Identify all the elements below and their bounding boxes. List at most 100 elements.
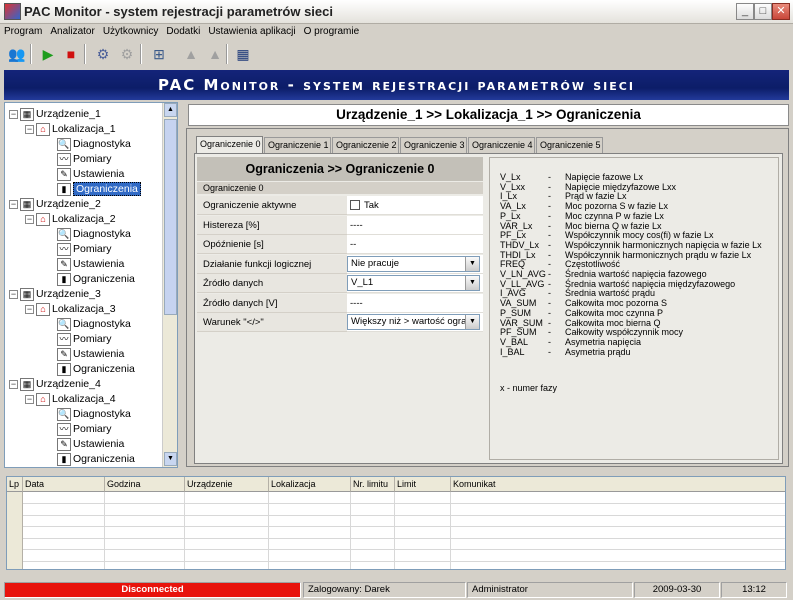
log-column-header[interactable]: Lokalizacja [269,477,351,492]
tree-icon[interactable]: ⊞ [148,43,170,65]
tree-item-diagnostyka[interactable]: 🔍 Diagnostyka [55,227,131,242]
tree-item-pomiary[interactable]: 〰 Pomiary [55,242,112,257]
tree-device[interactable]: − ▦ Urządzenie_4 [9,377,101,392]
export-icon[interactable]: ▲ [180,43,202,65]
tree-item-diagnostyka[interactable]: 🔍 Diagnostyka [55,137,131,152]
tree-scrollbar[interactable]: ▲ ▼ [162,103,177,467]
chevron-down-icon[interactable]: ▼ [465,276,479,290]
status-date: 2009-03-30 [634,582,720,598]
tree-location[interactable]: − ⌂ Lokalizacja_2 [25,212,116,227]
tree-device[interactable]: − ▦ Urządzenie_3 [9,287,101,302]
log-column-header[interactable]: Komunikat [451,477,785,492]
form-text-field[interactable]: ---- [347,215,483,235]
tree-item-ustawienia[interactable]: ✎ Ustawienia [55,167,124,182]
tree-item-pomiary[interactable]: 〰 Pomiary [55,152,112,167]
tree-collapse-icon[interactable]: − [9,379,18,389]
close-button[interactable]: ✕ [772,3,790,20]
table-row[interactable] [7,527,785,539]
tree-location-label: Lokalizacja_4 [52,393,116,405]
scroll-thumb[interactable] [164,119,177,315]
tree-item-ustawienia[interactable]: ✎ Ustawienia [55,347,124,362]
table-row[interactable] [7,550,785,562]
form-select[interactable]: Nie pracuje ▼ [347,255,480,272]
tree-location[interactable]: − ⌂ Lokalizacja_1 [25,122,116,137]
tree-item-ograniczenia[interactable]: ▮ Ograniczenia [55,272,135,287]
menu-item-analizator[interactable]: Analizator [46,24,98,39]
device-disconnect-icon[interactable]: ⚙ [116,43,138,65]
tree-collapse-icon[interactable]: − [9,109,18,119]
log-column-header[interactable]: Urządzenie [185,477,269,492]
table-row[interactable] [7,538,785,550]
tab-limit-1[interactable]: Ograniczenie 1 [264,137,331,153]
tree-collapse-icon[interactable]: − [25,394,34,404]
log-column-header[interactable]: Limit [395,477,451,492]
log-column-header[interactable]: Godzina [105,477,185,492]
log-column-divider [450,492,451,569]
menu-item-program[interactable]: Program [0,24,46,39]
tree-item-ustawienia[interactable]: ✎ Ustawienia [55,257,124,272]
chevron-down-icon[interactable]: ▼ [465,256,479,271]
tree-collapse-icon[interactable]: − [25,124,34,134]
log-column-header[interactable]: Lp [7,477,23,492]
form-select[interactable]: Większy niż > wartość ograniczenia▼ [347,314,480,330]
scroll-up-button[interactable]: ▲ [164,103,177,117]
parameter-legend: V_Lx - Napięcie fazowe Lx V_Lxx - Napięcie mi… [489,157,779,460]
chevron-down-icon[interactable]: ▼ [465,315,479,329]
checkbox-icon[interactable] [350,200,360,211]
tab-limit-4[interactable]: Ograniczenie 4 [468,137,535,153]
log-column-header[interactable]: Nr. limitu [351,477,395,492]
tree-collapse-icon[interactable]: − [9,199,18,209]
table-row[interactable] [7,492,785,504]
tree-collapse-icon[interactable]: − [9,289,18,299]
tree-item-diagnostyka[interactable]: 🔍 Diagnostyka [55,407,131,422]
tree-item-ograniczenia[interactable]: ▮ Ograniczenia [55,362,135,377]
log-column-header[interactable]: Data [23,477,105,492]
tree-location[interactable]: − ⌂ Lokalizacja_3 [25,302,116,317]
tree-device[interactable]: − ▦ Urządzenie_1 [9,107,101,122]
tab-limit-5[interactable]: Ograniczenie 5 [536,137,603,153]
tree-collapse-icon[interactable]: − [25,214,34,224]
menu-item-u-ytkownicy[interactable]: Użytkownicy [99,24,163,39]
tab-limit-0[interactable]: Ograniczenie 0 [196,136,263,153]
tree-location[interactable]: − ⌂ Lokalizacja_4 [25,392,116,407]
form-group-label: Ograniczenie 0 [197,182,483,194]
table-row[interactable] [7,504,785,516]
import-icon[interactable]: ▲ [204,43,226,65]
minimize-button[interactable]: _ [736,3,754,20]
tree-item-ograniczenia[interactable]: ▮ Ograniczenia [55,182,141,197]
tree-collapse-icon[interactable]: − [25,304,34,314]
tab-limit-3[interactable]: Ograniczenie 3 [400,137,467,153]
form-text-field[interactable]: -- [347,235,483,254]
scroll-down-button[interactable]: ▼ [164,452,177,466]
settings-icon: ✎ [57,437,71,451]
device-tree[interactable]: − ▦ Urządzenie_1− ⌂ Lokalizacja_1 🔍 Diagnostyk… [4,102,178,468]
tree-item-diagnostyka[interactable]: 🔍 Diagnostyka [55,317,131,332]
checkbox-label: Tak [364,200,379,211]
form-select[interactable]: V_L1 ▼ [347,275,480,291]
tree-item-label: Ustawienia [73,168,125,180]
tree-item-ustawienia[interactable]: ✎ Ustawienia [55,437,124,452]
form-checkbox-cell[interactable]: Tak [347,196,483,215]
play-icon[interactable]: ▶ [37,43,59,65]
calculator-icon[interactable]: ▦ [232,43,254,65]
form-text-field[interactable]: ---- [347,293,483,313]
tree-item-ograniczenia[interactable]: ▮ Ograniczenia [55,452,135,467]
measurements-icon: 〰 [57,332,71,346]
tree-item-pomiary[interactable]: 〰 Pomiary [55,422,112,437]
menu-item-ustawienia-aplikacji[interactable]: Ustawienia aplikacji [204,24,299,39]
users-icon[interactable]: 👥 [6,43,28,65]
tree-device[interactable]: −▦Urządzenie_5 [9,467,101,468]
tab-limit-2[interactable]: Ograniczenie 2 [332,137,399,153]
table-row[interactable] [7,515,785,527]
menu-item-dodatki[interactable]: Dodatki [162,24,204,39]
limits-icon: ▮ [57,362,71,376]
stop-icon[interactable]: ■ [60,43,82,65]
menu-item-o-programie[interactable]: O programie [300,24,364,39]
settings-icon: ✎ [57,257,71,271]
device-connect-icon[interactable]: ⚙ [92,43,114,65]
tree-item-pomiary[interactable]: 〰 Pomiary [55,332,112,347]
table-row[interactable] [7,561,785,569]
tree-device[interactable]: − ▦ Urządzenie_2 [9,197,101,212]
maximize-button[interactable]: □ [754,3,772,20]
event-log-table[interactable]: Lp Data Godzina Urządzenie Lokalizacja Nr. li… [6,476,786,570]
